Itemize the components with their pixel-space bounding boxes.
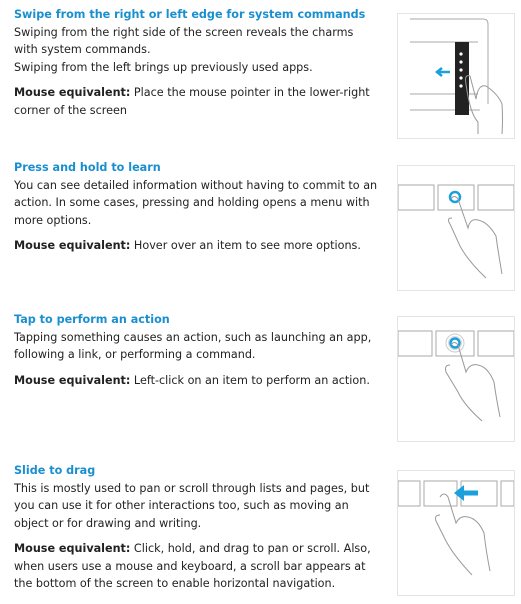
mouse-text: Left-click on an item to perform an acti… xyxy=(130,373,370,387)
section-heading: Slide to drag xyxy=(14,464,96,477)
slide-illustration xyxy=(397,470,515,596)
section-press-hold: Press and hold to learn You can see deta… xyxy=(14,159,379,255)
section-heading: Tap to perform an action xyxy=(14,313,170,326)
mouse-text: Hover over an item to see more options. xyxy=(130,239,361,252)
mouse-label: Mouse equivalent: xyxy=(14,542,131,555)
body-text: Swiping from the right side of the scree… xyxy=(14,25,354,57)
section-swipe: Swipe from the right or left edge for sy… xyxy=(14,6,379,119)
section-heading: Press and hold to learn xyxy=(14,161,161,174)
mouse-equivalent: Mouse equivalent: Click, hold, and drag … xyxy=(14,540,379,593)
mouse-equivalent: Mouse equivalent: Left-click on an item … xyxy=(14,372,379,390)
mouse-label: Mouse equivalent: xyxy=(14,373,131,387)
section-slide: Slide to drag This is mostly used to pan… xyxy=(14,462,379,593)
swipe-edge-illustration xyxy=(397,13,515,139)
body-text: You can see detailed information without… xyxy=(14,178,378,227)
mouse-equivalent: Mouse equivalent: Place the mouse pointe… xyxy=(14,84,379,119)
tap-illustration xyxy=(397,316,515,442)
mouse-label: Mouse equivalent: xyxy=(14,86,131,99)
press-hold-illustration xyxy=(397,165,515,291)
mouse-label: Mouse equivalent: xyxy=(14,239,131,252)
section-tap: Tap to perform an action Tapping somethi… xyxy=(14,311,379,389)
mouse-equivalent: Mouse equivalent: Hover over an item to … xyxy=(14,237,379,255)
section-heading: Swipe from the right or left edge for sy… xyxy=(14,8,366,21)
body-text: This is mostly used to pan or scroll thr… xyxy=(14,481,370,530)
body-text: Swiping from the left brings up previous… xyxy=(14,60,313,74)
body-text: Tapping something causes an action, such… xyxy=(14,330,372,362)
